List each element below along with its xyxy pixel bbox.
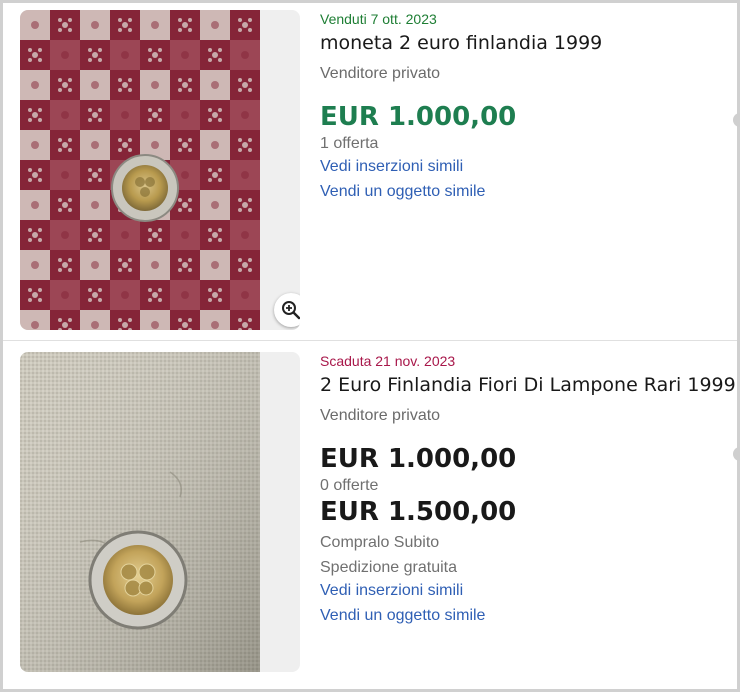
buy-now-label: Compralo Subito — [320, 534, 440, 551]
sell-similar-item-link[interactable]: Vendi un oggetto simile — [320, 603, 735, 628]
listing-image-container[interactable] — [20, 352, 300, 672]
seller-type: Venditore privato — [320, 65, 441, 82]
listing-photo-coin-red-cloth[interactable] — [20, 10, 260, 330]
zoom-in-icon — [282, 301, 300, 320]
listing-divider — [3, 340, 737, 341]
more-actions-handle[interactable] — [733, 447, 740, 461]
listing-title[interactable]: moneta 2 euro finlandia 1999 — [320, 30, 735, 56]
offer-count: 0 offerte — [320, 477, 379, 494]
auction-price: EUR 1.000,00 — [320, 444, 517, 474]
listing-title[interactable]: 2 Euro Finlandia Fiori Di Lampone Rari 1… — [320, 372, 736, 398]
see-similar-listings-link[interactable]: Vedi inserzioni simili — [320, 154, 735, 179]
sell-similar-item-link[interactable]: Vendi un oggetto simile — [320, 179, 735, 204]
zoom-button[interactable] — [274, 293, 300, 327]
shipping-info: Spedizione gratuita — [320, 559, 457, 576]
sold-date-status: Venduti 7 ott. 2023 — [320, 11, 437, 27]
offer-count: 1 offerta — [320, 135, 379, 152]
sold-price: EUR 1.000,00 — [320, 102, 517, 132]
seller-type: Venditore privato — [320, 407, 441, 424]
listing-card: Scaduta 21 nov. 2023 2 Euro Finlandia Fi… — [0, 342, 740, 692]
listing-info: Venduti 7 ott. 2023 moneta 2 euro finlan… — [320, 10, 735, 204]
expired-date-status: Scaduta 21 nov. 2023 — [320, 353, 456, 369]
buy-now-price: EUR 1.500,00 — [320, 497, 517, 527]
listing-photo-coin-beige-fabric[interactable] — [20, 352, 260, 672]
see-similar-listings-link[interactable]: Vedi inserzioni simili — [320, 578, 735, 603]
listing-image-container[interactable] — [20, 10, 300, 330]
listing-card: Venduti 7 ott. 2023 moneta 2 euro finlan… — [0, 0, 740, 341]
more-actions-handle[interactable] — [733, 113, 740, 127]
listing-info: Scaduta 21 nov. 2023 2 Euro Finlandia Fi… — [320, 352, 736, 628]
